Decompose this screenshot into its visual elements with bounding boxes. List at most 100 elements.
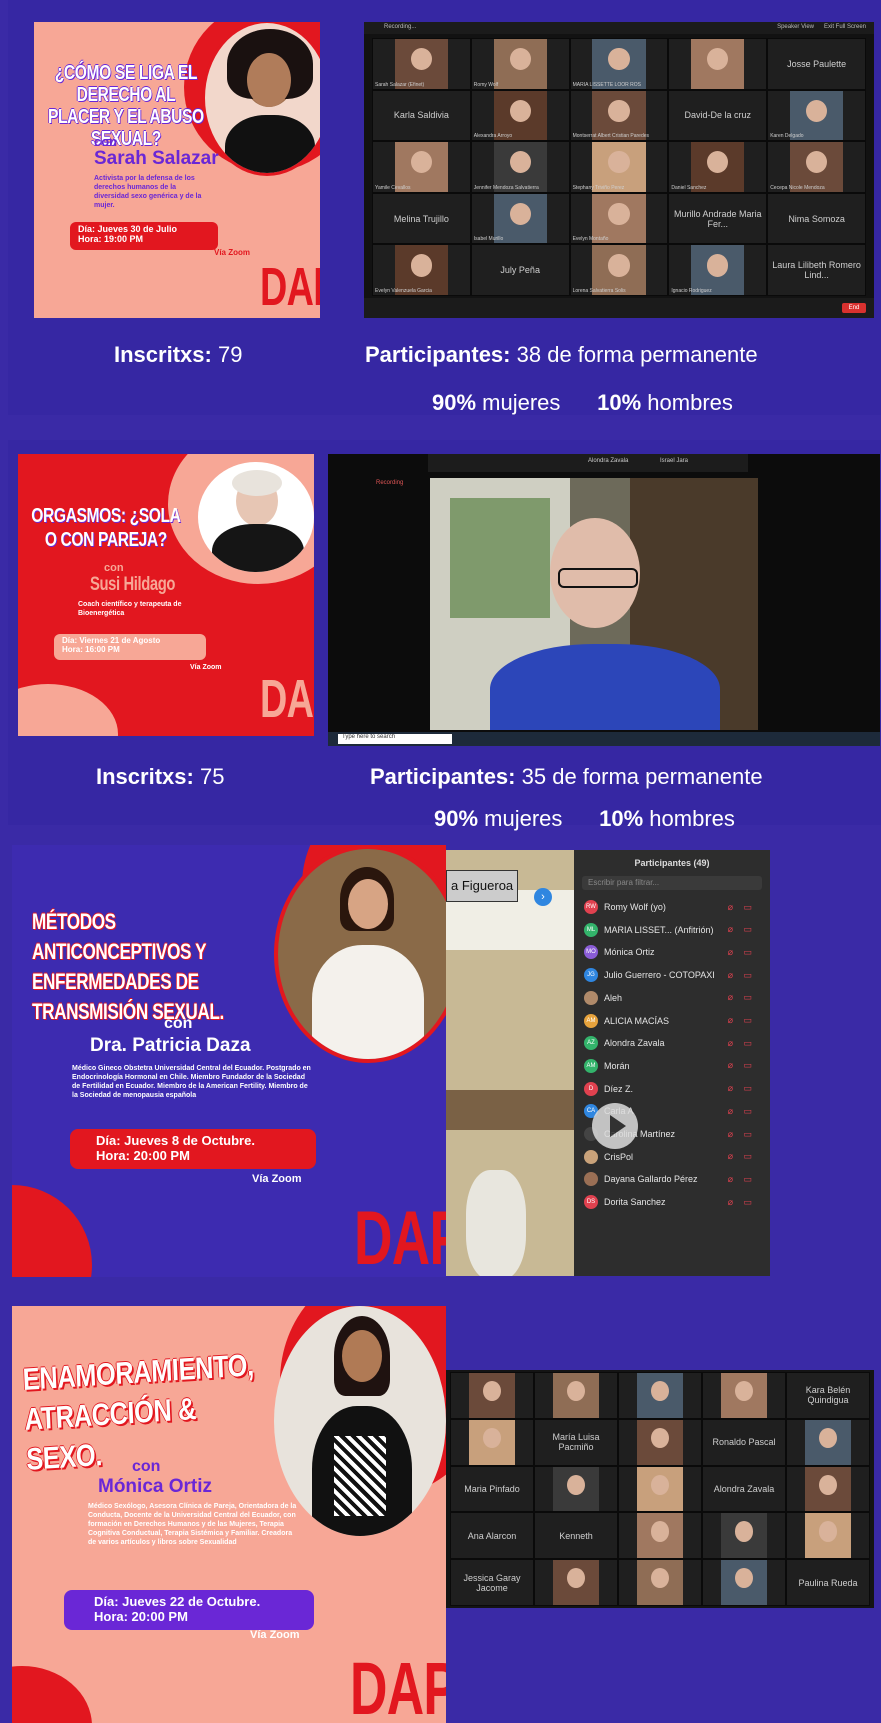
mic-camera-muted-icon: ⌀ ▭ [727,1173,756,1184]
participant-tile[interactable]: María Luisa Pacmiño [534,1418,618,1466]
participant-tile[interactable]: Stephany Triviño Perez [569,141,669,193]
participant-tile[interactable]: Kara Belén Quindigua [786,1372,870,1419]
participant-row[interactable]: D Díez Z. ⌀ ▭ [574,1078,770,1100]
participant-tile[interactable] [450,1372,534,1419]
participant-tile[interactable]: Karen Delgado [767,89,866,142]
mic-camera-muted-icon: ⌀ ▭ [727,1196,756,1207]
participant-tile[interactable]: Sarah Salazar (Efinet) [372,38,471,90]
participant-tile[interactable]: Evelyn Montaño [569,192,669,245]
date-box: Día: Viernes 21 de Agosto Hora: 16:00 PM [54,634,206,660]
participant-tile[interactable]: Kenneth [534,1512,618,1560]
end-meeting-button[interactable]: End [842,303,866,313]
participant-video [469,1373,515,1418]
participant-tile[interactable]: Alondra Zavala [702,1465,786,1513]
participant-tile[interactable]: Paulina Rueda [786,1559,870,1606]
participant-tile[interactable] [786,1465,870,1513]
participant-tile[interactable]: Jennifer Mendoza Salvatierra [470,141,570,193]
participants-list: RW Romy Wolf (yo) ⌀ ▭ ML MARIA LISSET... (An… [574,896,770,1276]
participant-tile[interactable]: Evelyn Valenzuela Garcia [372,244,471,296]
participant-tile[interactable]: Isabel Murillo [470,192,570,245]
participant-name: July Peña [500,265,540,276]
participant-tile[interactable] [534,1372,618,1419]
mic-camera-muted-icon: ⌀ ▭ [727,969,756,980]
zoom-gallery-1: Recording... Speaker View Exit Full Scre… [364,22,874,318]
participant-row[interactable]: AM Morán ⌀ ▭ [574,1055,770,1077]
section-2: ORGASMOS: ¿SOLA O CON PAREJA? con Susi H… [8,440,881,831]
speaker-view-button[interactable]: Speaker View [777,24,814,30]
con-label: con [132,1458,161,1475]
event-time: Hora: 20:00 PM [94,1609,188,1624]
participant-row[interactable]: JG Julio Guerrero - COTOPAXI ⌀ ▭ [574,964,770,986]
zoom-toolbar-bottom: End [364,298,874,318]
participant-name: Karla Saldivia [393,110,449,121]
participant-avatar: JG [584,968,598,983]
participant-name: Isabel Murillo [473,236,504,243]
gender-stat: 90% mujeres 10% hombres [434,806,735,831]
date-box: Día: Jueves 22 de Octubre. Hora: 20:00 P… [64,1590,314,1630]
participant-name: Ana Alarcon [467,1530,517,1541]
participant-tile[interactable]: Ignacio Rodriguez [668,244,768,296]
participant-tile[interactable]: Melina Trujillo [372,192,471,245]
next-page-button[interactable]: › [534,888,552,906]
participant-tile[interactable] [618,1465,702,1513]
participant-tile[interactable] [534,1465,618,1513]
participant-tile[interactable]: Karla Saldivia [372,89,471,142]
participant-tile[interactable]: Ronaldo Pascal [702,1418,786,1466]
participant-tile[interactable]: Alexandra Arroyo [470,89,570,142]
recording-indicator: Recording... [384,24,417,30]
participant-tile[interactable]: Maria Pinfado [450,1465,534,1513]
participant-tile[interactable]: Murillo Andrade Maria Fer... [668,192,768,245]
participant-video [805,1466,851,1512]
participants-search-input[interactable]: Escribir para filtrar... [582,876,762,890]
participant-tile[interactable] [450,1418,534,1466]
participant-tile[interactable]: Nima Somoza [767,192,866,245]
speaker-name: Sarah Salazar [94,148,219,169]
participant-row[interactable]: CrisPol ⌀ ▭ [574,1146,770,1168]
participant-tile[interactable]: Josse Paulette [767,38,866,90]
play-button[interactable] [592,1103,638,1149]
participant-tile[interactable] [534,1559,618,1606]
participant-tile[interactable] [702,1372,786,1419]
participant-tile[interactable]: Laura Lilibeth Romero Lind... [767,244,866,296]
participant-tile[interactable] [618,1559,702,1606]
participant-tile[interactable] [668,38,768,90]
participant-avatar: DS [584,1195,598,1210]
exit-fullscreen-button[interactable]: Exit Full Screen [824,24,866,30]
participant-row[interactable]: Aleh ⌀ ▭ [574,987,770,1009]
participantes-stat: Participantes: 38 de forma permanente [365,342,758,367]
speaker-video: a Figueroa › [446,850,574,1276]
windows-search-input[interactable]: Type here to search [338,734,452,744]
participant-tile[interactable] [702,1512,786,1560]
participants-panel: Participantes (49) Escribir para filtrar… [574,850,770,1276]
participant-row[interactable]: AM ALICIA MACÍAS ⌀ ▭ [574,1010,770,1032]
con-label: con [164,1015,193,1032]
participant-tile[interactable] [618,1418,702,1466]
participant-tile[interactable]: Lorena Salvatierra Solis [569,244,669,296]
participant-tile[interactable]: Jessica Garay Jacome [450,1559,534,1606]
participant-tile[interactable] [618,1372,702,1419]
participant-name: Morán [604,1060,630,1071]
participant-tile[interactable]: Ana Alarcon [450,1512,534,1560]
participant-tile[interactable]: Daniel Sanchez [668,141,768,193]
participant-row[interactable]: MO Mónica Ortiz ⌀ ▭ [574,941,770,963]
participant-tile[interactable]: Romy Wolf [470,38,570,90]
participant-tile[interactable]: MARIA LISSETTE LOOR ROS [569,38,669,90]
participant-row[interactable]: DS Dorita Sanchez ⌀ ▭ [574,1191,770,1213]
participant-row[interactable]: AZ Alondra Zavala ⌀ ▭ [574,1032,770,1054]
participant-tile[interactable]: Montserrat Albert Cristian Paredes [569,89,669,142]
participant-tile[interactable] [786,1512,870,1560]
participant-tile[interactable] [702,1559,786,1606]
participant-tile[interactable]: David-De la cruz [668,89,768,142]
participant-tile[interactable]: Yamile Cevallos [372,141,471,193]
participant-row[interactable]: Dayana Gallardo Pérez ⌀ ▭ [574,1168,770,1190]
participant-tile[interactable] [786,1418,870,1466]
participant-tile[interactable]: Cecepa Nicole Mendoza [767,141,866,193]
participant-avatar: ML [584,922,598,937]
section-1: ¿CÓMO SE LIGA EL DERECHO AL PLACER Y EL … [8,0,881,415]
participant-row[interactable]: ML MARIA LISSET... (Anfitrión) ⌀ ▭ [574,919,770,941]
participant-row[interactable]: RW Romy Wolf (yo) ⌀ ▭ [574,896,770,918]
participant-name: Nima Somoza [788,213,845,224]
participant-tile[interactable] [618,1512,702,1560]
participant-tile[interactable]: July Peña [470,244,570,296]
speaker-bio: Médico Gineco Obstetra Universidad Centr… [72,1065,311,1099]
